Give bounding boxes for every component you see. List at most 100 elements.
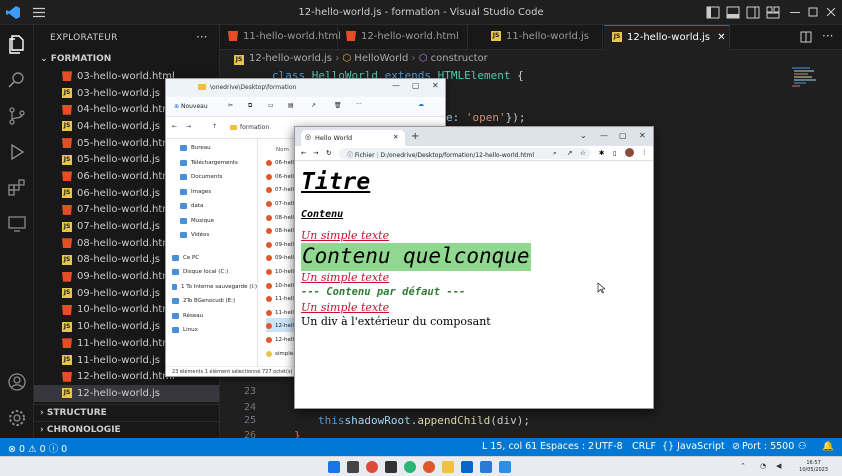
tab-12-hello-world-js[interactable]: JS 12-hello-world.js ✕: [604, 25, 730, 50]
task-view-icon[interactable]: [347, 461, 359, 473]
reload-icon[interactable]: ↻: [326, 149, 331, 157]
toggle-secondary-sidebar-icon[interactable]: [746, 6, 760, 19]
timeline-section[interactable]: › CHRONOLOGIE: [34, 421, 219, 438]
nav-pane-item[interactable]: Réseau: [166, 307, 257, 322]
wifi-icon[interactable]: ◔: [760, 462, 766, 470]
chrome-icon[interactable]: [366, 461, 378, 473]
minimize-icon[interactable]: [788, 6, 802, 19]
outline-section[interactable]: › STRUCTURE: [34, 404, 219, 421]
tab-11-hello-world-js[interactable]: JS 11-hello-world.js: [483, 25, 603, 50]
breadcrumb-file[interactable]: 12-hello-world.js: [249, 53, 332, 64]
copy-icon[interactable]: ⧉: [248, 102, 252, 110]
nav-pane-item[interactable]: data: [166, 197, 257, 212]
nav-pane-item[interactable]: Vidéos: [166, 226, 257, 241]
share-icon[interactable]: ↗: [311, 102, 316, 109]
edge-icon[interactable]: [404, 461, 416, 473]
share-icon[interactable]: ↗: [567, 149, 572, 157]
minimize-icon[interactable]: —: [600, 131, 608, 140]
nav-pane-item[interactable]: 1 To Interne sauvegarde (I:): [166, 278, 257, 293]
explorer-icon[interactable]: [6, 33, 28, 55]
explorer-tab-title[interactable]: \onedrive\Desktop\formation: [210, 84, 296, 91]
close-tab-icon[interactable]: ✕: [717, 32, 725, 43]
maximize-icon[interactable]: ▢: [412, 81, 420, 90]
firefox-icon[interactable]: [423, 461, 435, 473]
start-icon[interactable]: [328, 461, 340, 473]
nav-pane-item[interactable]: Musique: [166, 212, 257, 227]
back-icon[interactable]: ←: [172, 123, 177, 130]
more-icon[interactable]: ···: [356, 101, 362, 108]
tab-11-hello-world-html[interactable]: 11-hello-world.html: [220, 25, 341, 50]
delete-icon[interactable]: 🗑: [334, 102, 342, 109]
file-explorer-icon[interactable]: [442, 461, 454, 473]
bookmark-icon[interactable]: ☆: [580, 149, 586, 157]
nav-pane-item[interactable]: 2To BGenocudi (E:): [166, 292, 257, 307]
vscode-taskbar-icon[interactable]: [499, 461, 511, 473]
search-icon[interactable]: [6, 69, 28, 91]
back-icon[interactable]: ←: [301, 149, 306, 157]
end-of-line[interactable]: CRLF: [632, 441, 656, 452]
nav-pane-item[interactable]: Images: [166, 183, 257, 198]
column-header-name[interactable]: Nom: [276, 147, 289, 153]
minimize-icon[interactable]: —: [392, 81, 400, 90]
nav-pane-item[interactable]: Linux: [166, 321, 257, 336]
paste-icon[interactable]: ▭: [268, 102, 274, 109]
store-icon[interactable]: [480, 461, 492, 473]
extensions-icon[interactable]: ✱: [599, 149, 604, 157]
settings-gear-icon[interactable]: [6, 407, 28, 429]
file-tree-item[interactable]: JS 12-hello-world.js: [34, 385, 219, 402]
toggle-panel-icon[interactable]: [726, 6, 740, 19]
close-icon[interactable]: ✕: [639, 131, 646, 140]
folder-section-formation[interactable]: ⌄ FORMATION: [34, 51, 219, 68]
layout-icon[interactable]: [766, 6, 780, 19]
nav-pane-item[interactable]: Documents: [166, 168, 257, 183]
more-actions-icon[interactable]: ···: [196, 30, 207, 44]
close-tab-icon[interactable]: ✕: [393, 133, 398, 141]
volume-icon[interactable]: ◀: [776, 462, 781, 470]
indentation[interactable]: Espaces : 2: [540, 441, 594, 452]
notifications-icon[interactable]: 🔔: [822, 441, 834, 452]
nav-pane-item[interactable]: Ce PC: [166, 249, 257, 264]
terminal-icon[interactable]: [385, 461, 397, 473]
run-debug-icon[interactable]: [6, 141, 28, 163]
encoding[interactable]: UTF-8: [595, 441, 623, 452]
tab-12-hello-world-html[interactable]: 12-hello-world.html: [338, 25, 468, 50]
toggle-sidebar-icon[interactable]: [706, 6, 720, 19]
close-icon[interactable]: [824, 6, 838, 19]
system-clock[interactable]: 16:57 10/05/2023: [799, 460, 828, 474]
menu-icon[interactable]: ⋮: [641, 148, 648, 156]
forward-icon[interactable]: →: [313, 149, 318, 157]
mail-icon[interactable]: [461, 461, 473, 473]
feedback-icon[interactable]: ⚇: [798, 441, 807, 452]
live-server-port[interactable]: Port : 5500: [742, 441, 794, 452]
breadcrumb-class[interactable]: HelloWorld: [354, 53, 408, 64]
minimap[interactable]: [790, 65, 820, 95]
nav-pane-item[interactable]: Bureau: [166, 139, 257, 154]
up-icon[interactable]: ↑: [212, 123, 217, 130]
rename-icon[interactable]: ▤: [288, 102, 294, 109]
sidepanel-icon[interactable]: ▯: [613, 149, 617, 157]
problems-indicator[interactable]: ⊗ 0 ⚠ 0 ⓘ 0: [8, 441, 67, 455]
nav-pane-item[interactable]: Disque local (C:): [166, 263, 257, 278]
split-editor-icon[interactable]: [800, 31, 812, 43]
nav-pane-item[interactable]: Téléchargements: [166, 154, 257, 169]
cursor-position[interactable]: L 15, col 61: [482, 441, 537, 452]
extensions-icon[interactable]: [6, 177, 28, 199]
language-mode[interactable]: {} JavaScript: [662, 441, 725, 452]
new-button[interactable]: Nouveau: [181, 103, 208, 110]
tray-chevron-icon[interactable]: ⌃: [740, 462, 746, 470]
tab-search-icon[interactable]: ⌄: [580, 131, 587, 140]
source-control-icon[interactable]: [6, 105, 28, 127]
maximize-icon[interactable]: ▢: [619, 131, 627, 140]
editor-more-icon[interactable]: ···: [822, 29, 833, 43]
profile-avatar[interactable]: [625, 148, 634, 157]
new-tab-button[interactable]: +: [411, 131, 419, 142]
remote-explorer-icon[interactable]: [6, 213, 28, 235]
cut-icon[interactable]: ✂: [228, 102, 233, 109]
forward-icon[interactable]: →: [186, 123, 191, 130]
account-icon[interactable]: [6, 371, 28, 393]
browser-tab[interactable]: ◎ Hello World ✕: [301, 130, 405, 146]
maximize-icon[interactable]: [806, 6, 820, 19]
breadcrumb-member[interactable]: constructor: [431, 53, 488, 64]
zoom-icon[interactable]: ⌕: [553, 149, 557, 158]
close-icon[interactable]: ✕: [432, 81, 439, 90]
